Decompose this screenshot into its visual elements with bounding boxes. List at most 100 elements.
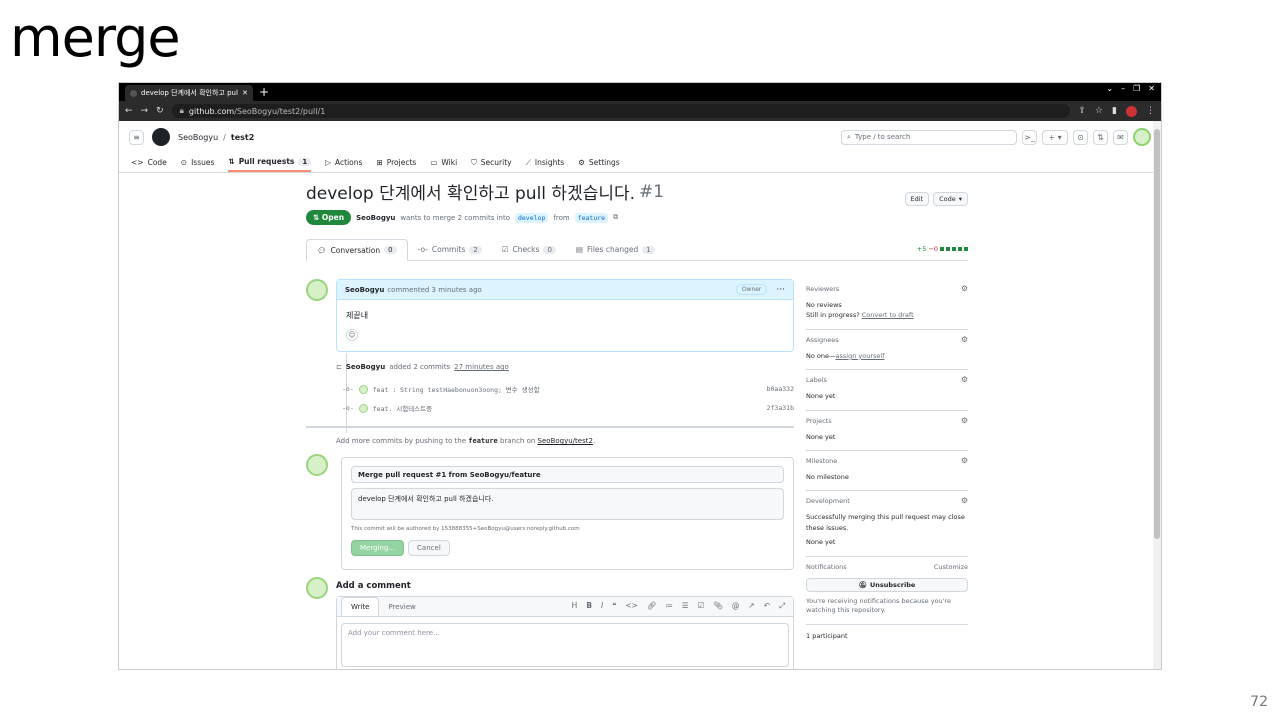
url-host: github.com xyxy=(188,106,235,116)
command-palette-icon[interactable]: >_ xyxy=(1022,129,1037,145)
quote-icon[interactable]: ❝ xyxy=(612,601,616,611)
menu-icon[interactable]: ⋮ xyxy=(1146,106,1155,116)
repo-nav: <> Code ⊙ Issues ⇅ Pull requests 1 ▷ Actions … xyxy=(119,153,1161,173)
avatar xyxy=(358,384,368,394)
gh-header: ≡ SeoBogyu / test2 ⌕ Type / to search >_… xyxy=(119,121,1161,153)
profile-avatar[interactable] xyxy=(1126,105,1137,117)
add-comment-heading: Add a comment xyxy=(336,581,411,591)
more-options-icon[interactable]: ··· xyxy=(776,285,785,295)
forward-icon[interactable]: → xyxy=(141,106,149,116)
url-field[interactable]: 🔒︎ github.com/SeoBogyu/test2/pull/1 xyxy=(171,104,1071,118)
ordered-list-icon[interactable]: ≔ xyxy=(665,601,673,611)
tab-insights[interactable]: ⟋ Insights xyxy=(526,153,565,172)
tab-security[interactable]: ⛉ Security xyxy=(471,153,511,172)
commit-sha[interactable]: b0aa332 xyxy=(767,385,794,393)
tab-code[interactable]: <> Code xyxy=(131,153,167,172)
code-icon: <> xyxy=(131,158,144,167)
chevron-down-icon[interactable]: ⌄ xyxy=(1106,84,1113,93)
merge-body-textarea[interactable]: develop 단계에서 확인하고 pull 하겠습니다. xyxy=(351,488,784,520)
search-input[interactable]: ⌕ Type / to search xyxy=(841,129,1017,145)
participants-section: 1 participant xyxy=(806,632,848,641)
browser-tab[interactable]: develop 단계에서 확인하고 pull ✕ xyxy=(125,85,253,101)
create-new-icon[interactable]: + ▾ xyxy=(1042,129,1068,145)
github-favicon-icon xyxy=(130,89,137,97)
mention-icon[interactable]: @ xyxy=(732,601,740,611)
star-icon[interactable]: ☆ xyxy=(1095,106,1103,116)
restore-button[interactable]: ❐ xyxy=(1133,84,1140,93)
push-icon: ⊏ xyxy=(336,363,342,371)
attach-icon[interactable]: 📎︎ xyxy=(713,601,723,611)
comment-textarea[interactable]: Add your comment here... xyxy=(341,623,789,667)
minimize-button[interactable]: – xyxy=(1121,84,1125,93)
cancel-button[interactable]: Cancel xyxy=(408,540,450,556)
unsubscribe-button[interactable]: 🔕︎ Unsubscribe xyxy=(806,577,968,592)
gear-icon[interactable]: ⚙ xyxy=(961,496,968,505)
close-window-button[interactable]: ✕ xyxy=(1148,84,1155,93)
commit-sha[interactable]: 2f3a31b xyxy=(767,404,794,412)
owner-badge: Owner xyxy=(735,284,768,295)
customize-link[interactable]: Customize xyxy=(934,563,968,571)
code-icon[interactable]: <> xyxy=(625,601,638,611)
issues-icon[interactable]: ⊙ xyxy=(1073,129,1088,145)
pr-sidebar: Reviewers ⚙ No reviews Still in progress… xyxy=(806,279,968,649)
cross-reference-icon[interactable]: ↗ xyxy=(748,601,754,611)
avatar[interactable] xyxy=(306,577,328,599)
gear-icon[interactable]: ⚙ xyxy=(961,456,968,465)
inbox-icon[interactable]: ✉ xyxy=(1113,129,1128,145)
tab-pull-requests[interactable]: ⇅ Pull requests 1 xyxy=(228,153,312,172)
gear-icon[interactable]: ⚙ xyxy=(961,416,968,425)
author-note: This commit will be authored by 15388835… xyxy=(351,526,580,532)
italic-icon[interactable]: I xyxy=(601,601,603,611)
link-icon[interactable]: 🔗︎ xyxy=(647,601,657,611)
labels-section: Labels ⚙ None yet xyxy=(806,370,968,411)
pull-requests-icon[interactable]: ⇅ xyxy=(1093,129,1108,145)
share-icon[interactable]: ⇪ xyxy=(1078,106,1086,116)
new-tab-button[interactable]: + xyxy=(259,85,269,99)
tab-settings[interactable]: ⚙ Settings xyxy=(578,153,620,172)
avatar[interactable] xyxy=(306,454,328,476)
gear-icon[interactable]: ⚙ xyxy=(961,335,968,344)
notifications-section: Notifications Customize 🔕︎ Unsubscribe Yo… xyxy=(806,557,968,626)
convert-to-draft-link[interactable]: Convert to draft xyxy=(862,311,914,319)
heading-icon[interactable]: H xyxy=(572,601,578,611)
scrollbar[interactable] xyxy=(1153,121,1161,669)
gear-icon[interactable]: ⚙ xyxy=(961,284,968,293)
tab-issues[interactable]: ⊙ Issues xyxy=(181,153,215,172)
merge-title-input[interactable]: Merge pull request #1 from SeoBogyu/feat… xyxy=(351,466,784,483)
write-tab[interactable]: Write xyxy=(341,597,380,616)
sidebar-icon[interactable]: ▮ xyxy=(1112,106,1117,116)
commit-message[interactable]: feat : String testHaebonuon3oong; 변수 생성함 xyxy=(373,384,540,394)
reviewers-section: Reviewers ⚙ No reviews Still in progress… xyxy=(806,279,968,330)
avatar[interactable] xyxy=(306,279,328,301)
gear-icon[interactable]: ⚙ xyxy=(961,375,968,384)
close-tab-icon[interactable]: ✕ xyxy=(242,89,248,97)
issue-icon: ⊙ xyxy=(180,158,188,167)
commit-message[interactable]: feat. 시험테스트중 xyxy=(373,403,432,413)
comment-author[interactable]: SeoBogyu xyxy=(345,286,384,294)
fullscreen-icon[interactable]: ⤢ xyxy=(779,601,785,611)
slide-number: 72 xyxy=(1250,694,1268,710)
hamburger-icon[interactable]: ≡ xyxy=(129,129,144,145)
assign-yourself-link[interactable]: assign yourself xyxy=(836,352,885,360)
reply-icon[interactable]: ↶ xyxy=(764,601,770,611)
github-logo-icon[interactable] xyxy=(152,128,170,146)
graph-icon: ⟋ xyxy=(525,157,531,167)
unordered-list-icon[interactable]: ☰ xyxy=(682,601,689,611)
back-icon[interactable]: ← xyxy=(125,106,133,116)
preview-tab[interactable]: Preview xyxy=(379,598,424,616)
bold-icon[interactable]: B xyxy=(586,601,592,611)
user-avatar[interactable] xyxy=(1133,128,1151,146)
tab-title: develop 단계에서 확인하고 pull xyxy=(141,89,239,97)
book-icon: ▭ xyxy=(430,158,438,167)
development-section: Development ⚙ Successfully merging this … xyxy=(806,491,968,557)
merging-button[interactable]: Merging... xyxy=(351,540,405,556)
tab-wiki[interactable]: ▭ Wiki xyxy=(430,153,457,172)
tab-projects[interactable]: ⊞ Projects xyxy=(376,153,416,172)
add-reaction-icon[interactable]: ☺ xyxy=(346,329,358,341)
play-icon: ▷ xyxy=(325,158,332,167)
reload-icon[interactable]: ↻ xyxy=(156,106,164,116)
owner-link[interactable]: SeoBogyu xyxy=(178,133,218,142)
task-list-icon[interactable]: ☑ xyxy=(698,601,705,611)
repo-link[interactable]: test2 xyxy=(231,133,254,142)
tab-actions[interactable]: ▷ Actions xyxy=(325,153,362,172)
